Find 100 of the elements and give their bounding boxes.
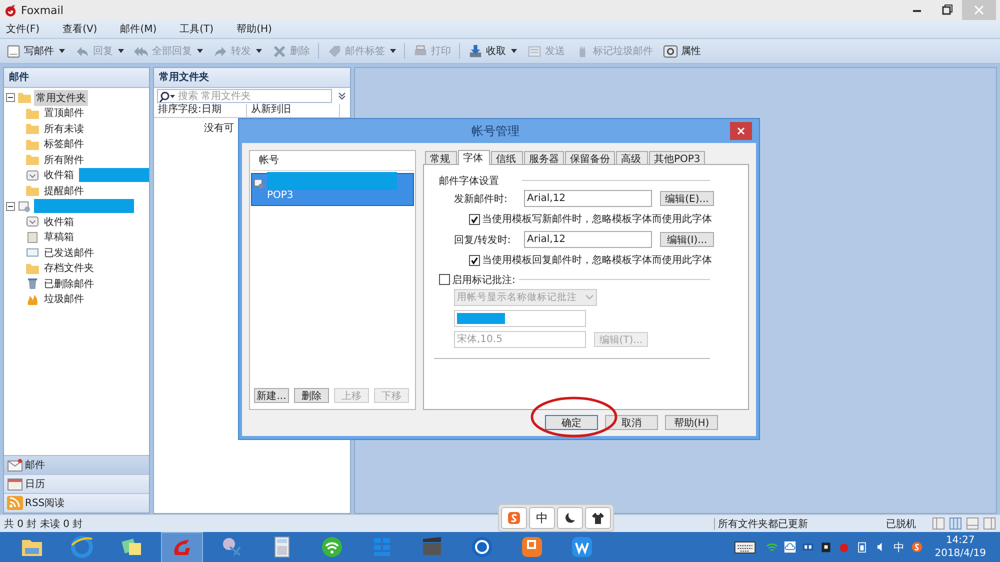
group-title: 邮件字体设置	[439, 174, 499, 188]
close-button[interactable]	[730, 122, 752, 140]
folder-item[interactable]: 垃圾邮件	[42, 291, 86, 308]
tab[interactable]: 常规	[425, 151, 457, 164]
checkbox[interactable]	[469, 254, 480, 266]
square-app-icon	[520, 535, 544, 559]
ring-app-icon	[470, 535, 494, 559]
checkbox-label: 当使用模板回复邮件时，忽略模板字体而使用此字体	[482, 254, 712, 267]
tab[interactable]: 保留备份	[565, 151, 615, 164]
shirt-icon[interactable]	[591, 511, 605, 525]
folder-icon	[26, 138, 39, 150]
folder-item[interactable]: 收件箱	[42, 167, 76, 184]
battery-icon[interactable]	[856, 541, 868, 553]
menu-item[interactable]: 工具(T)	[178, 22, 216, 36]
flame-icon	[26, 294, 39, 305]
toolbar-button[interactable]: 收取	[466, 41, 519, 61]
wifi-icon	[320, 535, 344, 559]
x-icon	[272, 44, 287, 58]
field-label: 回复/转发时:	[454, 234, 512, 246]
list-header: 帐号	[251, 152, 414, 171]
input-mode-key[interactable]: 中	[529, 507, 555, 529]
folder-item[interactable]: 存档文件夹	[42, 260, 96, 276]
list-button[interactable]: 新建...	[254, 388, 289, 403]
nav-item[interactable]: 邮件	[4, 456, 149, 475]
menu-item[interactable]: 查看(V)	[60, 22, 100, 36]
moon-icon[interactable]	[563, 511, 577, 525]
folder-item[interactable]: 提醒邮件	[42, 182, 86, 199]
panel-title: 邮件	[4, 68, 149, 88]
zigzag-app-icon	[570, 535, 594, 559]
dialog-button[interactable]: 帮助(H)	[665, 415, 718, 430]
checkbox[interactable]	[469, 214, 480, 224]
text-field[interactable]	[454, 310, 586, 327]
tab[interactable]: 信纸	[491, 151, 523, 164]
list-button[interactable]: 删除	[294, 388, 329, 403]
folder-item[interactable]: 已发送邮件	[42, 244, 96, 261]
edit-button[interactable]: 编辑(I)...	[660, 232, 714, 247]
menu-item[interactable]: 邮件(M)	[118, 22, 159, 36]
redaction-bar	[457, 313, 505, 324]
download-icon	[468, 44, 483, 58]
note-icon	[6, 44, 21, 58]
menu-item[interactable]: 帮助(H)	[234, 22, 274, 36]
search-icon	[158, 91, 176, 103]
dialog-button[interactable]: 取消	[605, 415, 658, 430]
inbox-icon	[26, 170, 39, 181]
field-label: 发新邮件时:	[454, 192, 508, 206]
clock-time[interactable]: 14:27	[946, 534, 975, 547]
font-field[interactable]: Arial,12	[524, 231, 652, 248]
envelope-icon	[26, 247, 39, 258]
tab[interactable]: 高级	[616, 151, 648, 164]
envelope-icon	[7, 458, 23, 472]
search-field[interactable]: 搜索 常用文件夹	[157, 89, 332, 103]
tab[interactable]: 其他POP3	[649, 151, 706, 164]
folder-item[interactable]: 已删除邮件	[42, 276, 96, 292]
account-type: POP3	[266, 190, 294, 201]
monitor-icon[interactable]	[802, 541, 814, 553]
folder-icon	[26, 154, 39, 166]
font-field[interactable]: Arial,12	[524, 190, 652, 207]
toolbar-button[interactable]: 属性	[661, 41, 703, 61]
tab[interactable]: 字体	[458, 150, 490, 165]
gear-icon	[663, 44, 678, 58]
nav-item[interactable]: 日历	[4, 475, 149, 494]
expander[interactable]	[6, 93, 15, 102]
edit-button[interactable]: 编辑(E)...	[660, 191, 714, 206]
s-logo-icon[interactable]	[910, 541, 923, 553]
folder-icon	[26, 185, 39, 196]
s-logo-icon[interactable]	[507, 511, 521, 525]
inbox-icon	[26, 216, 39, 228]
tab[interactable]: 服务器	[524, 151, 564, 164]
trash-icon	[26, 278, 39, 290]
double-chevron-icon[interactable]	[337, 91, 347, 101]
dialog-button[interactable]: 确定	[545, 415, 598, 430]
cloud-icon[interactable]	[784, 541, 796, 553]
cup-icon[interactable]	[820, 541, 832, 553]
keyboard-icon[interactable]	[734, 540, 756, 554]
column-header[interactable]: 从新到旧	[247, 104, 340, 117]
checkbox[interactable]	[439, 274, 450, 285]
folder-item[interactable]: 标签邮件	[42, 136, 86, 152]
menu-item[interactable]: 文件(F)	[4, 22, 42, 36]
expander[interactable]	[6, 202, 15, 211]
status-text: 所有文件夹都已更新	[718, 518, 809, 530]
window-title: Foxmail	[21, 4, 64, 16]
nav-item[interactable]: RSS阅读	[4, 494, 149, 513]
rss-icon	[7, 496, 23, 510]
folder-item[interactable]: 收件箱	[42, 214, 76, 230]
app-logo-icon	[4, 4, 17, 16]
checkbox-label: 当使用模板写新邮件时，忽略模板字体而使用此字体	[482, 212, 712, 226]
folder-item[interactable]: 常用文件夹	[34, 90, 88, 106]
folder-item[interactable]: 所有未读	[42, 120, 86, 137]
folder-item[interactable]: 草稿箱	[42, 229, 76, 246]
folder-icon	[26, 123, 39, 134]
folder-item[interactable]: 所有附件	[42, 152, 86, 168]
input-mode-indicator[interactable]: 中	[894, 540, 905, 554]
folder-icon	[18, 92, 31, 104]
status-text: 共 0 封 未读 0 封	[4, 518, 83, 530]
draft-icon	[26, 232, 39, 243]
clock-date[interactable]: 2018/4/19	[934, 547, 986, 560]
status-text: 已脱机	[886, 518, 916, 530]
toolbar-button[interactable]: 写邮件	[4, 41, 67, 61]
folder-item[interactable]: 置顶邮件	[42, 105, 86, 122]
column-header[interactable]: 排序字段:日期	[154, 104, 247, 117]
